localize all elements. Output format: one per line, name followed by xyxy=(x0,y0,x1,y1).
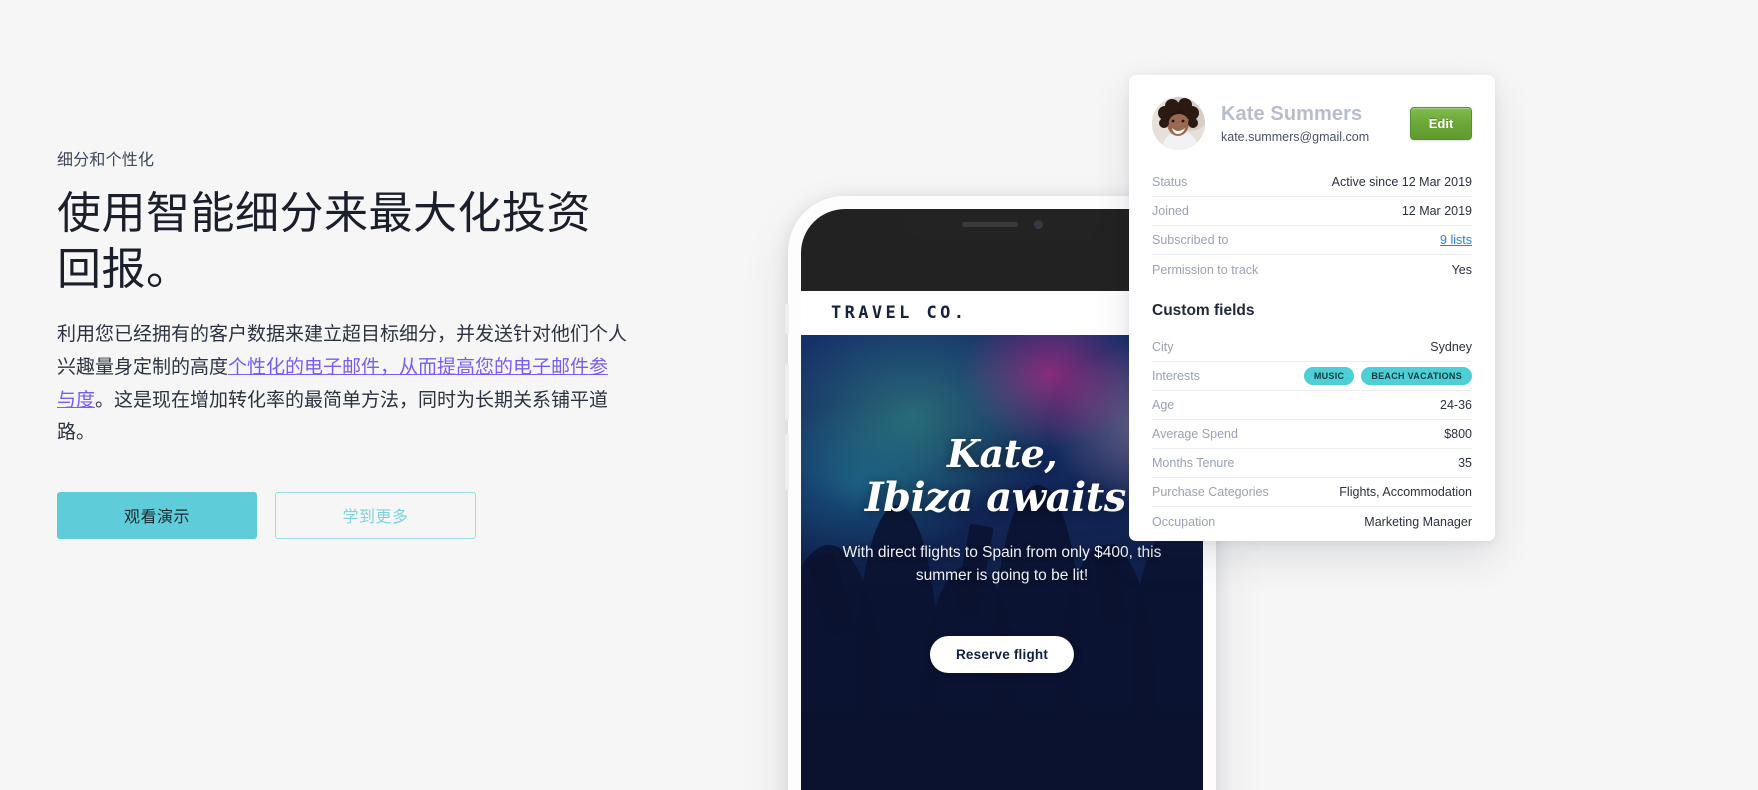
row-value: Marketing Manager xyxy=(1364,514,1472,529)
page-title: 使用智能细分来最大化投资回报。 xyxy=(57,189,591,294)
subscribed-lists-link[interactable]: 9 lists xyxy=(1440,233,1472,247)
table-row: Average Spend $800 xyxy=(1152,420,1472,449)
row-label: Status xyxy=(1152,175,1188,189)
phone-volume-up-button xyxy=(785,364,789,420)
page-root: 细分和个性化 使用智能细分来最大化投资回报。 利用您已经拥有的客户数据来建立超目… xyxy=(0,0,1758,790)
front-camera-icon xyxy=(1033,219,1043,229)
row-value: 24-36 xyxy=(1440,398,1472,412)
profile-name: Kate Summers xyxy=(1221,103,1363,125)
tag-music[interactable]: MUSIC xyxy=(1303,367,1355,385)
table-row: Age 24-36 xyxy=(1152,391,1472,420)
learn-more-button[interactable]: 学到更多 xyxy=(275,491,476,539)
interest-tag-list: MUSIC BEACH VACATIONS xyxy=(1303,367,1472,385)
watch-demo-button[interactable]: 观看演示 xyxy=(57,491,257,539)
row-label: Purchase Categories xyxy=(1152,485,1269,499)
row-value: Sydney xyxy=(1430,340,1472,354)
avatar xyxy=(1152,97,1205,150)
reserve-flight-button[interactable]: Reserve flight xyxy=(929,636,1075,673)
profile-email: kate.summers@gmail.com xyxy=(1221,130,1370,144)
email-brand-name: TRAVEL CO. xyxy=(831,303,968,323)
earpiece-speaker-icon xyxy=(961,221,1018,227)
phone-volume-down-button xyxy=(785,434,789,490)
table-row: Permission to track Yes xyxy=(1152,255,1472,284)
hero-body-post: 。这是现在增加转化率的最简单方法，同时为长期关系铺平道路。 xyxy=(57,389,609,444)
row-value: Active since 12 Mar 2019 xyxy=(1331,175,1472,189)
row-value: Flights, Accommodation xyxy=(1339,485,1472,499)
hero-eyebrow: 细分和个性化 xyxy=(57,152,155,169)
email-subcopy: With direct flights to Spain from only $… xyxy=(842,544,1162,585)
user-photo-avatar-icon xyxy=(1152,97,1205,150)
phone-mute-switch xyxy=(785,304,789,334)
row-label: Interests xyxy=(1152,369,1200,383)
hero-body-text: 利用您已经拥有的客户数据来建立超目标细分，并发送针对他们个人兴趣量身定制的高度个… xyxy=(57,319,627,450)
row-value: Yes xyxy=(1451,262,1472,277)
row-label: Occupation xyxy=(1152,514,1216,529)
table-row: Joined 12 Mar 2019 xyxy=(1152,197,1472,226)
row-label: Subscribed to xyxy=(1152,233,1229,247)
edit-profile-button[interactable]: Edit xyxy=(1410,107,1472,140)
row-label: Age xyxy=(1152,398,1175,412)
tag-beach-vacations[interactable]: BEACH VACATIONS xyxy=(1361,367,1472,385)
table-row: Purchase Categories Flights, Accommodati… xyxy=(1152,478,1472,507)
custom-field-rows: City Sydney Interests MUSIC BEACH VACATI… xyxy=(1152,333,1472,536)
table-row: Interests MUSIC BEACH VACATIONS xyxy=(1152,362,1472,391)
hero-copy-column: 细分和个性化 使用智能细分来最大化投资回报。 利用您已经拥有的客户数据来建立超目… xyxy=(57,150,627,539)
table-row: Occupation Marketing Manager xyxy=(1152,507,1472,536)
row-label: Permission to track xyxy=(1152,262,1259,277)
row-value: $800 xyxy=(1444,427,1472,441)
email-headline-line1: Kate, xyxy=(946,431,1058,476)
subscriber-profile-card: Kate Summers kate.summers@gmail.com Edit… xyxy=(1129,75,1495,541)
hero-button-row: 观看演示 学到更多 xyxy=(57,491,627,539)
row-value: 35 xyxy=(1458,456,1472,470)
profile-detail-rows: Status Active since 12 Mar 2019 Joined 1… xyxy=(1152,168,1472,284)
row-label: Joined xyxy=(1152,204,1189,218)
row-label: Average Spend xyxy=(1152,427,1238,441)
table-row: Status Active since 12 Mar 2019 xyxy=(1152,168,1472,197)
row-label: City xyxy=(1152,340,1174,354)
phone-notch xyxy=(904,209,1100,239)
table-row: Subscribed to 9 lists xyxy=(1152,226,1472,255)
profile-header: Kate Summers kate.summers@gmail.com Edit xyxy=(1152,75,1472,168)
row-label: Months Tenure xyxy=(1152,456,1235,470)
table-row: Months Tenure 35 xyxy=(1152,449,1472,478)
profile-identity: Kate Summers kate.summers@gmail.com xyxy=(1221,103,1410,144)
table-row: City Sydney xyxy=(1152,333,1472,362)
custom-fields-title: Custom fields xyxy=(1152,302,1255,319)
row-value: 12 Mar 2019 xyxy=(1401,204,1472,218)
